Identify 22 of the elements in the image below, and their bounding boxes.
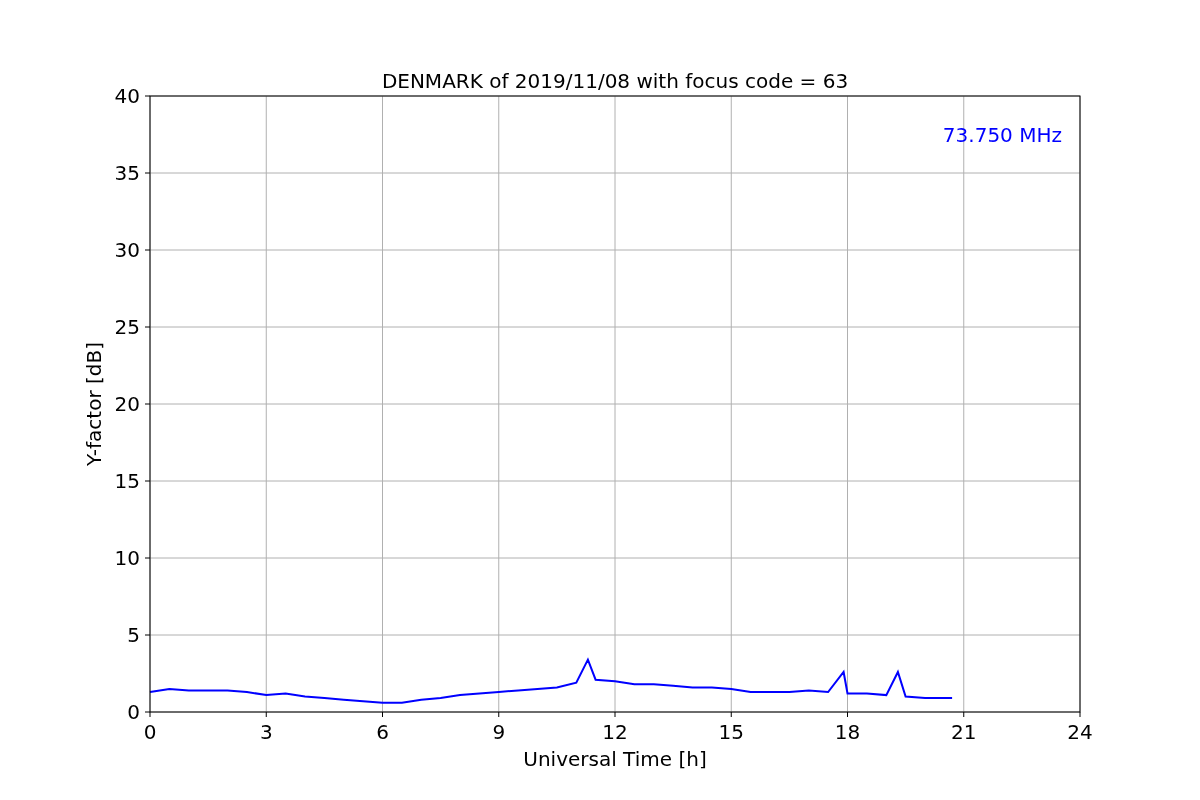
x-tick-label: 24 xyxy=(1067,720,1093,744)
y-tick-label: 20 xyxy=(114,392,140,416)
y-tick-label: 0 xyxy=(127,700,140,724)
y-tick-label: 30 xyxy=(114,238,140,262)
y-tick-label: 15 xyxy=(114,469,140,493)
x-tick-label: 3 xyxy=(259,720,273,744)
x-tick-label: 6 xyxy=(376,720,389,744)
y-tick-label: 25 xyxy=(114,315,140,339)
x-tick-label: 0 xyxy=(143,720,157,744)
x-tick-label: 21 xyxy=(951,720,977,744)
x-tick-label: 15 xyxy=(718,720,744,744)
x-tick-label: 9 xyxy=(492,720,506,744)
y-tick-label: 5 xyxy=(127,623,140,647)
x-tick-label: 18 xyxy=(834,720,861,744)
frequency-label: 73.750 MHz xyxy=(942,123,1062,147)
y-tick-label: 40 xyxy=(114,84,140,108)
x-tick-label: 12 xyxy=(602,720,628,744)
y-tick-label: 35 xyxy=(114,161,140,185)
chart-title: DENMARK of 2019/11/08 with focus code = 63 xyxy=(381,69,849,93)
x-axis-label: Universal Time [h] xyxy=(523,747,707,771)
y-axis-label: Y-factor [dB] xyxy=(82,342,106,466)
y-tick-label: 10 xyxy=(114,546,140,570)
